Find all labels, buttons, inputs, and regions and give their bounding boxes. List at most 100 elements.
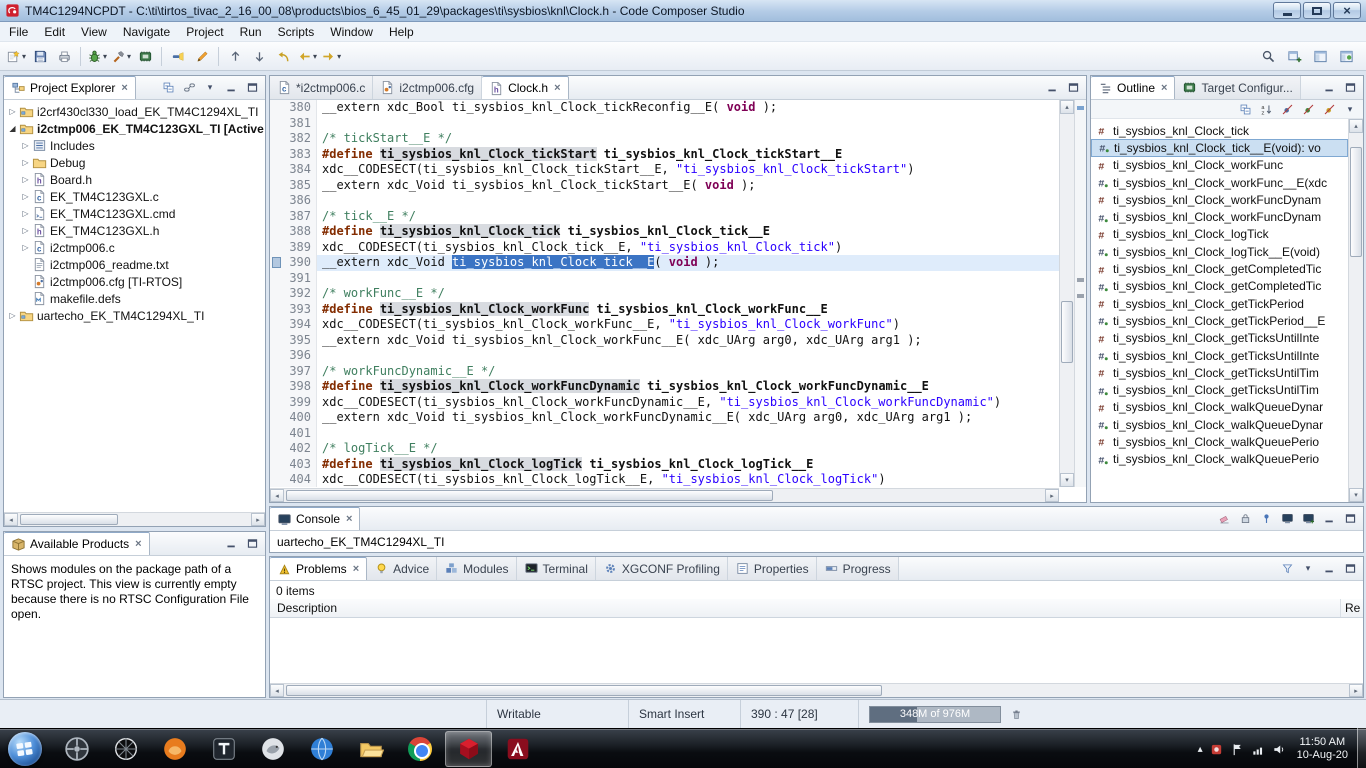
outline-item[interactable]: # ti_sysbios_knl_Clock_getTickPeriod__E	[1091, 312, 1348, 329]
outline-item[interactable]: # ti_sysbios_knl_Clock_walkQueuePerio	[1091, 433, 1348, 450]
outline-vscrollbar[interactable]: ▴ ▾	[1348, 119, 1363, 502]
outline-item[interactable]: # ti_sysbios_knl_Clock_workFuncDynam	[1091, 191, 1348, 208]
collapse-all-button[interactable]	[1236, 101, 1254, 118]
tab-target-configur[interactable]: Target Configur...	[1175, 76, 1301, 99]
new-target-config-button[interactable]	[133, 45, 157, 68]
outline-item[interactable]: # ti_sysbios_knl_Clock_getCompletedTic	[1091, 278, 1348, 295]
tab-properties[interactable]: Properties	[727, 557, 817, 580]
twistie-icon[interactable]: ▷	[20, 141, 31, 150]
minimize-button[interactable]	[1273, 2, 1301, 19]
maximize-view-button[interactable]	[1341, 79, 1359, 96]
outline-item[interactable]: # ti_sysbios_knl_Clock_getTicksUntilTim	[1091, 364, 1348, 381]
menu-window[interactable]: Window	[322, 23, 381, 41]
dropdown-arrow-icon[interactable]: ▾	[337, 52, 341, 61]
debug-button[interactable]: ▾	[85, 45, 109, 68]
code-line-395[interactable]: 395 __extern xdc_Void ti_sysbios_knl_Cloc…	[270, 332, 1059, 348]
scrollbar-thumb[interactable]	[20, 514, 118, 525]
twistie-icon[interactable]: ▷	[7, 107, 18, 116]
code-line-404[interactable]: 404 xdc__CODESECT(ti_sysbios_knl_Clock_lo…	[270, 472, 1059, 487]
tab-xgconf-profiling[interactable]: XGCONF Profiling	[595, 557, 728, 580]
view-menu-button[interactable]: ▾	[1341, 101, 1359, 118]
column-description[interactable]: Description	[270, 599, 1341, 617]
code-line-388[interactable]: 388 #define ti_sysbios_knl_Clock_tick ti_…	[270, 224, 1059, 240]
taskbar-t-app[interactable]	[200, 731, 247, 767]
view-menu-button[interactable]: ▾	[1299, 560, 1317, 577]
code-line-383[interactable]: 383 #define ti_sysbios_knl_Clock_tickStar…	[270, 146, 1059, 162]
tray-clock[interactable]: 11:50 AM 10-Aug-20	[1293, 736, 1352, 762]
outline-item[interactable]: # ti_sysbios_knl_Clock_logTick	[1091, 226, 1348, 243]
code-line-391[interactable]: 391	[270, 270, 1059, 286]
code-line-387[interactable]: 387/* tick__E */	[270, 208, 1059, 224]
save-button[interactable]	[28, 45, 52, 68]
scrollbar-thumb[interactable]	[1350, 147, 1362, 258]
gc-trash-button[interactable]	[1007, 706, 1025, 723]
code-area[interactable]: 380 __extern xdc_Bool ti_sysbios_knl_Cloc…	[270, 100, 1059, 487]
scroll-left-icon[interactable]: ◂	[270, 489, 284, 502]
menu-run[interactable]: Run	[232, 23, 270, 41]
maximize-view-button[interactable]	[1341, 560, 1359, 577]
hide-static-button[interactable]	[1299, 101, 1317, 118]
close-tab-icon[interactable]: ×	[135, 538, 141, 550]
menu-scripts[interactable]: Scripts	[270, 23, 323, 41]
tree-item-ek-tm4c123gxl-c[interactable]: ▷ c EK_TM4C123GXL.c	[4, 188, 265, 205]
menu-edit[interactable]: Edit	[36, 23, 73, 41]
outline-item[interactable]: # ti_sysbios_knl_Clock_getTicksUntilInte	[1091, 347, 1348, 364]
flash-button[interactable]	[166, 45, 190, 68]
last-edit-location-button[interactable]	[271, 45, 295, 68]
outline-item[interactable]: # ti_sysbios_knl_Clock_walkQueueDynar	[1091, 399, 1348, 416]
show-desktop-button[interactable]	[1357, 728, 1366, 768]
close-tab-icon[interactable]: ×	[346, 513, 352, 525]
close-tab-icon[interactable]: ×	[554, 82, 560, 94]
outline-item[interactable]: # ti_sysbios_knl_Clock_workFunc__E(xdc	[1091, 174, 1348, 191]
start-button[interactable]	[8, 732, 42, 766]
taskbar-adobe-reader-app[interactable]	[494, 731, 541, 767]
maximize-view-button[interactable]	[1341, 510, 1359, 527]
taskbar-bird-app[interactable]	[249, 731, 296, 767]
taskbar-ccs-app[interactable]	[445, 731, 492, 767]
open-perspective-button[interactable]	[1282, 45, 1306, 68]
scroll-up-icon[interactable]: ▴	[1060, 100, 1074, 114]
outline-item[interactable]: # ti_sysbios_knl_Clock_workFuncDynam	[1091, 208, 1348, 225]
minimize-view-button[interactable]	[222, 535, 240, 552]
scroll-up-icon[interactable]: ▴	[1349, 119, 1363, 133]
code-line-389[interactable]: 389 xdc__CODESECT(ti_sysbios_knl_Clock_ti…	[270, 239, 1059, 255]
print-button[interactable]	[52, 45, 76, 68]
back-button[interactable]: ▾	[295, 45, 319, 68]
outline-item[interactable]: # ti_sysbios_knl_Clock_getTickPeriod	[1091, 295, 1348, 312]
tree-item-board-h[interactable]: ▷ h Board.h	[4, 171, 265, 188]
twistie-icon[interactable]: ▷	[20, 209, 31, 218]
tab-progress[interactable]: Progress	[816, 557, 899, 580]
maximize-view-button[interactable]	[1064, 79, 1082, 96]
twistie-icon[interactable]: ▷	[20, 192, 31, 201]
taskbar-explorer-app[interactable]	[347, 731, 394, 767]
prev-annotation-button[interactable]	[223, 45, 247, 68]
taskbar-compass-app[interactable]	[53, 731, 100, 767]
minimize-view-button[interactable]	[1043, 79, 1061, 96]
tray-network-icon[interactable]	[1251, 742, 1266, 757]
scroll-down-icon[interactable]: ▾	[1060, 473, 1074, 487]
code-line-396[interactable]: 396	[270, 348, 1059, 364]
collapse-all-button[interactable]	[159, 79, 177, 96]
display-console-button[interactable]	[1278, 510, 1296, 527]
minimize-view-button[interactable]	[222, 79, 240, 96]
forward-button[interactable]: ▾	[319, 45, 343, 68]
tab-project-explorer[interactable]: Project Explorer ×	[4, 76, 136, 99]
dropdown-arrow-icon[interactable]: ▾	[22, 52, 26, 61]
tree-item-ek-tm4c123gxl-cmd[interactable]: ▷ EK_TM4C123GXL.cmd	[4, 205, 265, 222]
maximize-button[interactable]	[1303, 2, 1331, 19]
tree-item-i2ctmp006-c[interactable]: ▷ c i2ctmp006.c	[4, 239, 265, 256]
taskbar-orange-app[interactable]	[151, 731, 198, 767]
maximize-view-button[interactable]	[243, 535, 261, 552]
minimize-view-button[interactable]	[1320, 560, 1338, 577]
code-line-382[interactable]: 382/* tickStart__E */	[270, 131, 1059, 147]
menu-file[interactable]: File	[1, 23, 36, 41]
tree-item-i2ctmp006-cfg-ti-rtos[interactable]: i2ctmp006.cfg [TI-RTOS]	[4, 273, 265, 290]
code-line-384[interactable]: 384 xdc__CODESECT(ti_sysbios_knl_Clock_ti…	[270, 162, 1059, 178]
minimize-view-button[interactable]	[1320, 79, 1338, 96]
tab-problems[interactable]: Problems ×	[270, 557, 368, 580]
build-button[interactable]: ▾	[109, 45, 133, 68]
tree-item-debug[interactable]: ▷ Debug	[4, 154, 265, 171]
dropdown-arrow-icon[interactable]: ▾	[313, 52, 317, 61]
scroll-lock-button[interactable]	[1236, 510, 1254, 527]
scroll-down-icon[interactable]: ▾	[1349, 488, 1363, 502]
